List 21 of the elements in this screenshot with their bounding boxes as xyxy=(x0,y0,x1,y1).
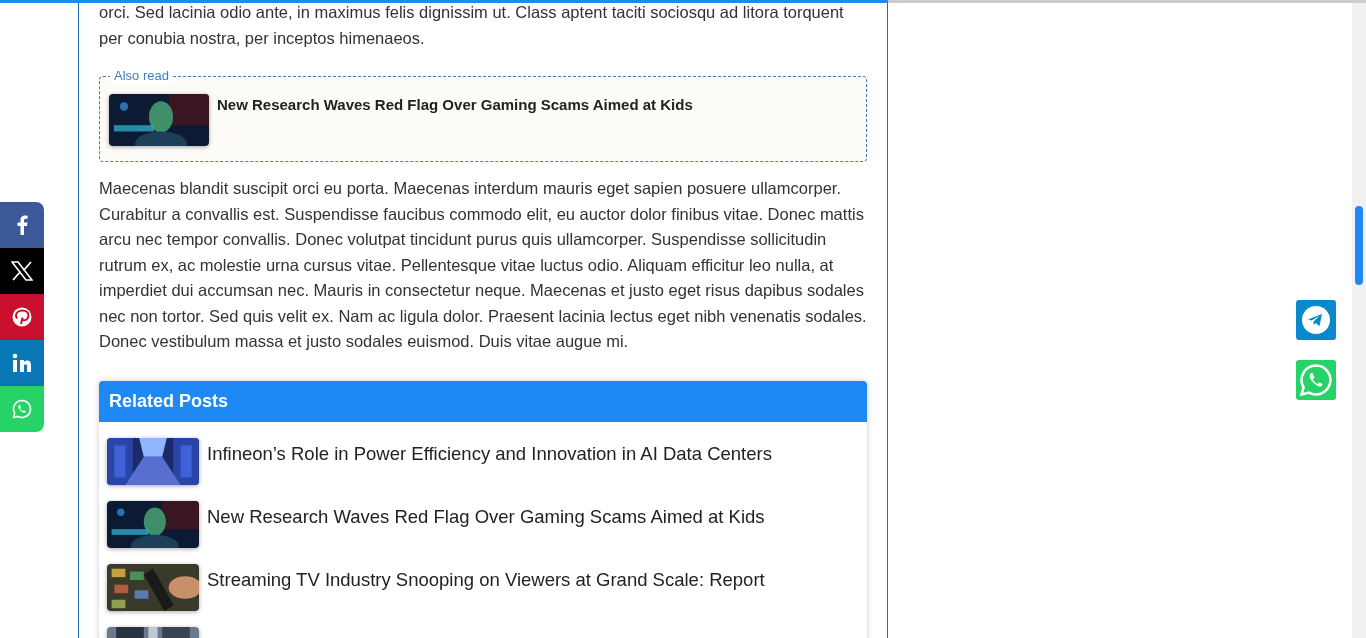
article-link[interactable]: New Research Waves Red Flag Over Gaming Scams Aimed at Kids xyxy=(217,94,693,117)
x-icon xyxy=(11,261,33,281)
telegram-icon xyxy=(1301,305,1331,335)
related-post-link[interactable]: Infineon’s Role in Power Efficiency and Innovation in AI Data Centers xyxy=(207,441,772,466)
also-read-label: Also read xyxy=(110,68,173,84)
pinterest-icon xyxy=(12,307,32,327)
chat-button[interactable] xyxy=(1296,360,1336,400)
related-posts-heading: Related Posts xyxy=(99,380,867,422)
paragraph: Maecenas blandit suscipit orci eu porta. Maecenas interdum mauris eget sapien posuere ullamcorper. Curabitur a convallis est. Suspendisse faucibus commodo elit, eu auctor dolor finibus vitae. Donec mattis arcu nec tempor convallis. Donec volutpat tincidunt purus quis ullamcorper. Suspendisse sollicitudin rutrum ex, ac molestie urna cursus vitae. Pellentesque vitae luctus odio. Aliquam efficitur leo nulla, at imperdiet dui accumsan nec. Mauris in consectetur neque. Maecenas et justo eget risus dapibus sodales nec non tortor. Sed quis velit ex. Nam ac ligula dolor. Praesent lacinia lectus eget nibh venenatis sodales. Donec vestibulum massa et justo sodales euismod. Duis vitae augue mi. xyxy=(99,178,867,352)
share-button[interactable] xyxy=(0,202,44,248)
scrollbar[interactable] xyxy=(1352,0,1366,638)
whatsapp-icon xyxy=(12,399,32,419)
paragraph: orci. Sed lacinia odio ante, in maximus felis dignissim ut. Class aptent taciti sociosqu ad litora torquent per conubia nostra, per inceptos himenaeos. xyxy=(99,2,845,49)
linkedin-icon xyxy=(12,353,32,373)
facebook-icon xyxy=(16,215,28,235)
whatsapp-icon xyxy=(1299,363,1333,397)
share-button[interactable] xyxy=(0,248,44,294)
chat-button[interactable] xyxy=(1296,300,1336,340)
related-post-link[interactable]: New Research Waves Red Flag Over Gaming Scams Aimed at Kids xyxy=(207,504,765,529)
scrollbar-thumb[interactable] xyxy=(1355,206,1363,285)
related-post-link[interactable]: Streaming TV Industry Snooping on Viewers at Grand Scale: Report xyxy=(207,567,765,592)
